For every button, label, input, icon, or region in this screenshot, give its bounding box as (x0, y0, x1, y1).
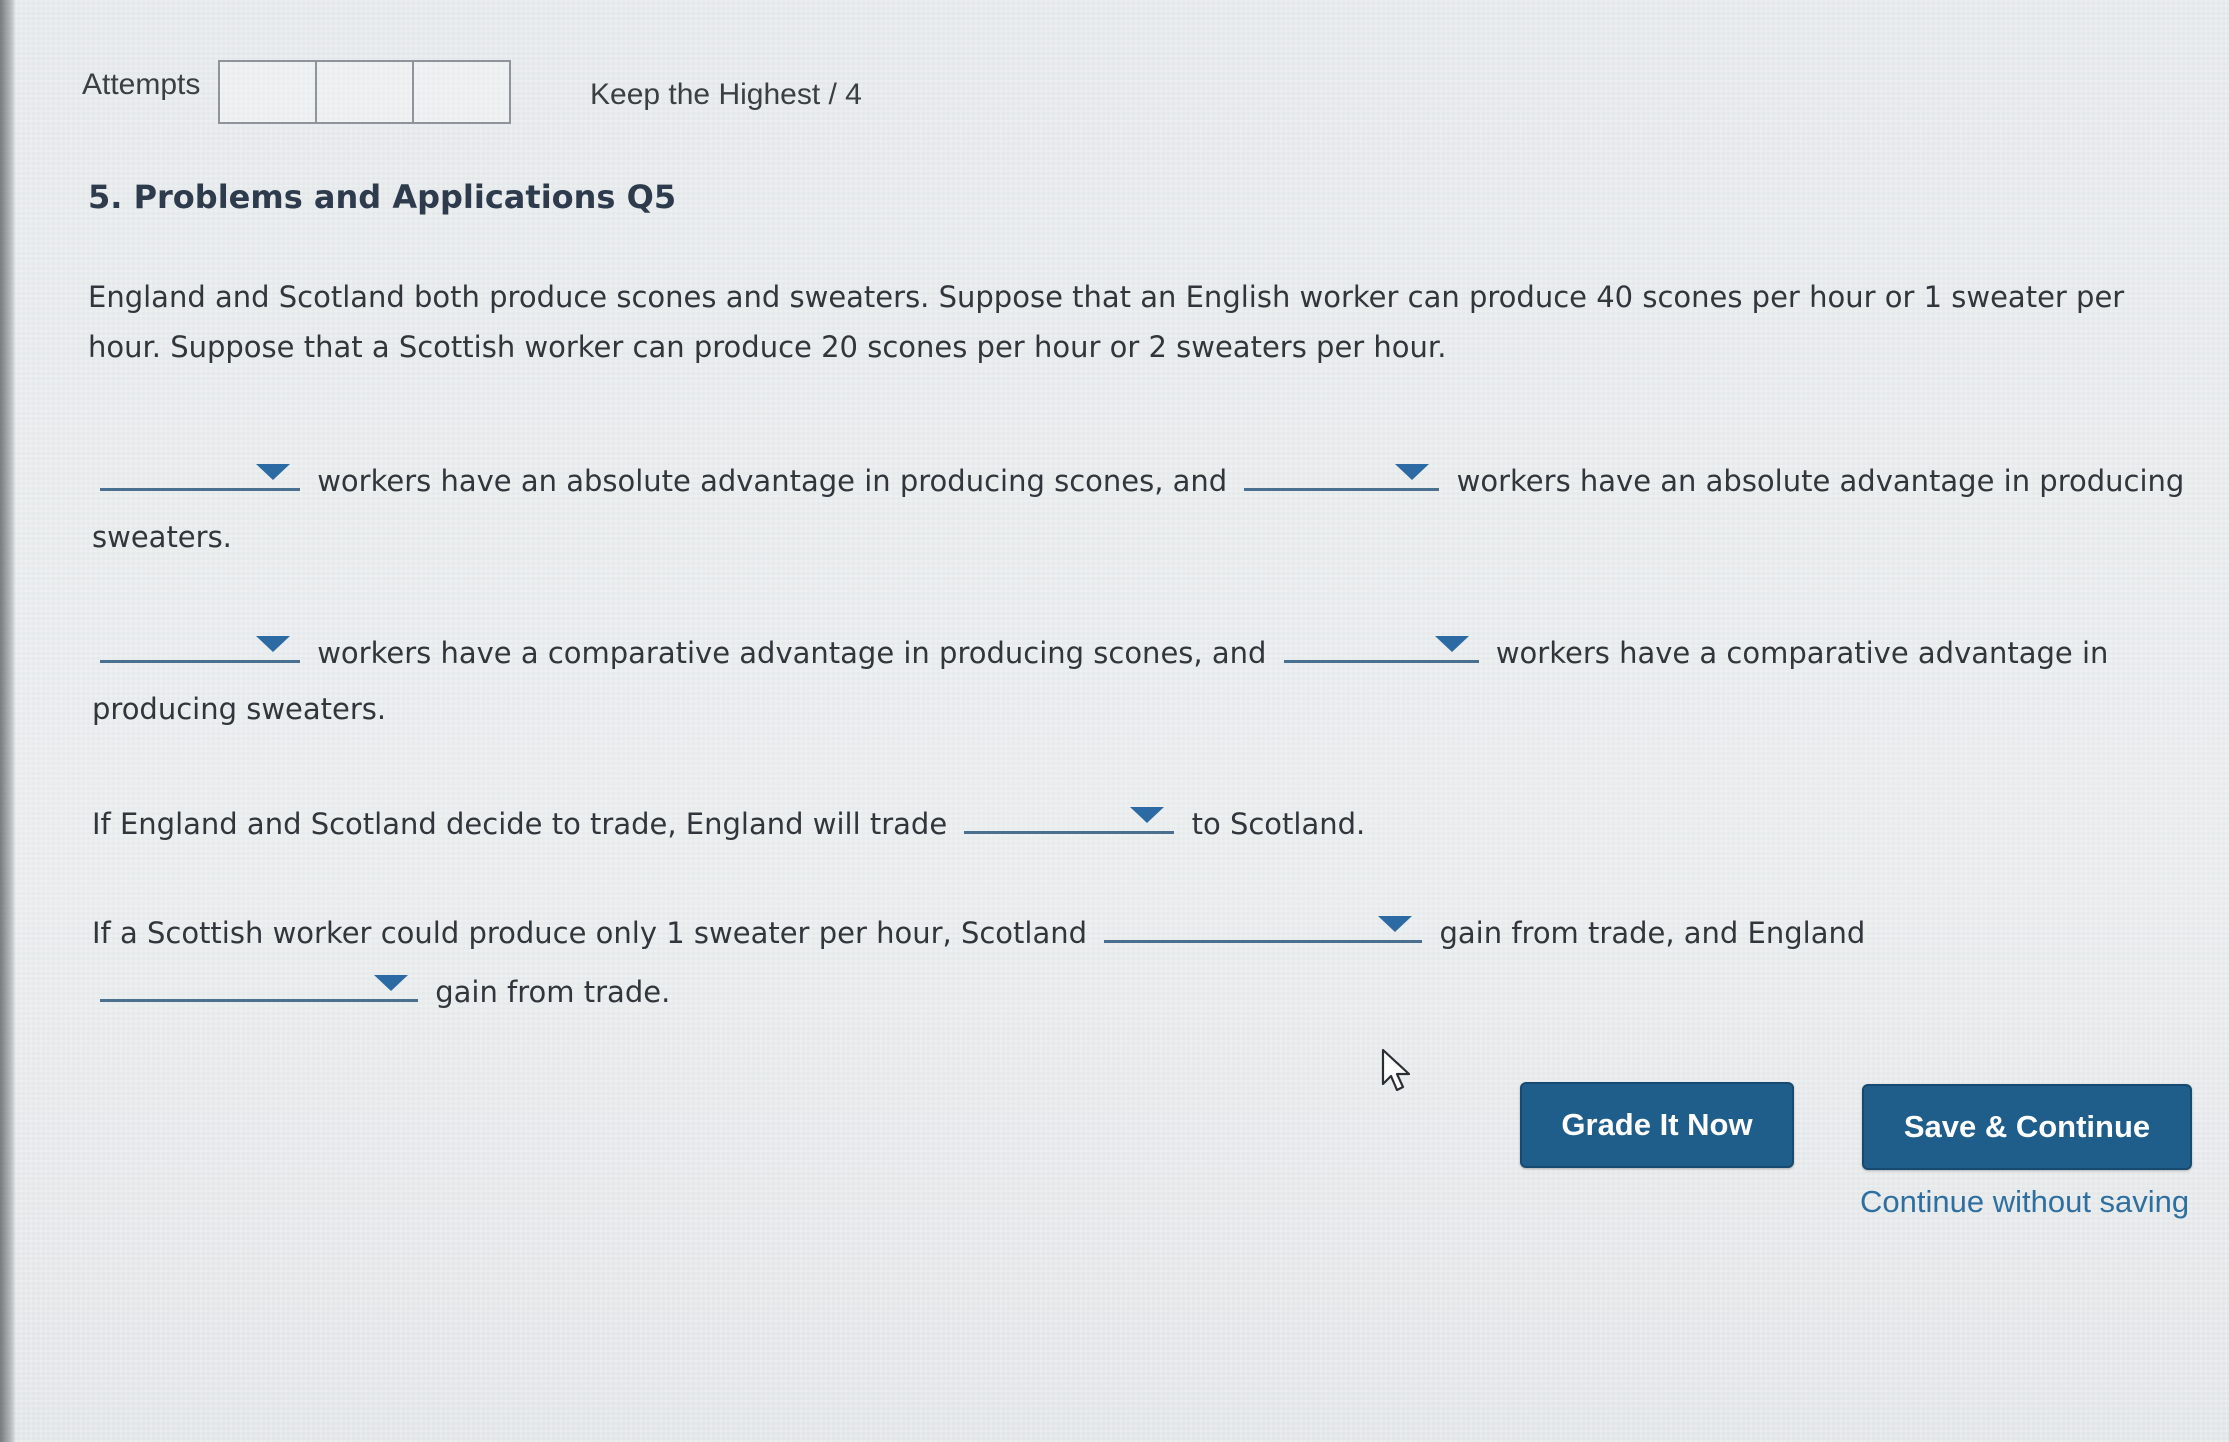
question-title: 5. Problems and Applications Q5 (88, 178, 677, 216)
item-text: workers have a comparative advantage in … (317, 636, 1267, 670)
chevron-down-icon (1434, 636, 1469, 652)
mouse-pointer-icon (1381, 1048, 1411, 1092)
comparative-sweaters-dropdown[interactable] (1283, 622, 1479, 663)
england-gain-dropdown[interactable] (100, 961, 418, 1002)
question-intro: England and Scotland both produce scones… (88, 280, 2125, 364)
chevron-down-icon (256, 464, 290, 480)
attempt-box (220, 62, 317, 122)
attempt-box (414, 62, 509, 122)
item-text: gain from trade, and England (1439, 916, 1866, 950)
question-item-comparative-advantage: workers have a comparative advantage in … (92, 622, 2207, 737)
attempt-indicator (218, 60, 511, 124)
chevron-down-icon (1395, 464, 1430, 480)
question-item-gain-from-trade: If a Scottish worker could produce only … (92, 902, 2207, 1020)
attempts-label: Attempts (82, 68, 201, 101)
scotland-gain-dropdown[interactable] (1104, 902, 1423, 943)
chevron-down-icon (1378, 916, 1413, 932)
item-text: to Scotland. (1191, 807, 1366, 841)
item-text: If a Scottish worker could produce only … (92, 916, 1088, 950)
save-and-continue-button[interactable]: Save & Continue (1862, 1084, 2192, 1170)
item-text: gain from trade. (435, 975, 671, 1009)
grading-note: Keep the Highest / 4 (590, 78, 862, 111)
england-trade-dropdown[interactable] (964, 793, 1175, 834)
question-item-absolute-advantage: workers have an absolute advantage in pr… (92, 450, 2207, 565)
item-text: If England and Scotland decide to trade,… (92, 807, 948, 841)
item-text: workers have an absolute advantage in pr… (317, 464, 1228, 498)
chevron-down-icon (256, 636, 290, 652)
question-item-trade: If England and Scotland decide to trade,… (92, 793, 2207, 852)
chevron-down-icon (1130, 807, 1165, 823)
absolute-sweaters-dropdown[interactable] (1244, 450, 1440, 491)
absolute-scones-dropdown[interactable] (100, 450, 300, 491)
continue-without-saving-link[interactable]: Continue without saving (1860, 1184, 2189, 1220)
chevron-down-icon (374, 975, 408, 991)
screen-edge (0, 0, 16, 1442)
attempt-box (317, 62, 414, 122)
comparative-scones-dropdown[interactable] (100, 622, 300, 663)
page: Attempts Keep the Highest / 4 5. Problem… (0, 0, 2229, 1442)
grade-it-now-button[interactable]: Grade It Now (1520, 1082, 1794, 1168)
